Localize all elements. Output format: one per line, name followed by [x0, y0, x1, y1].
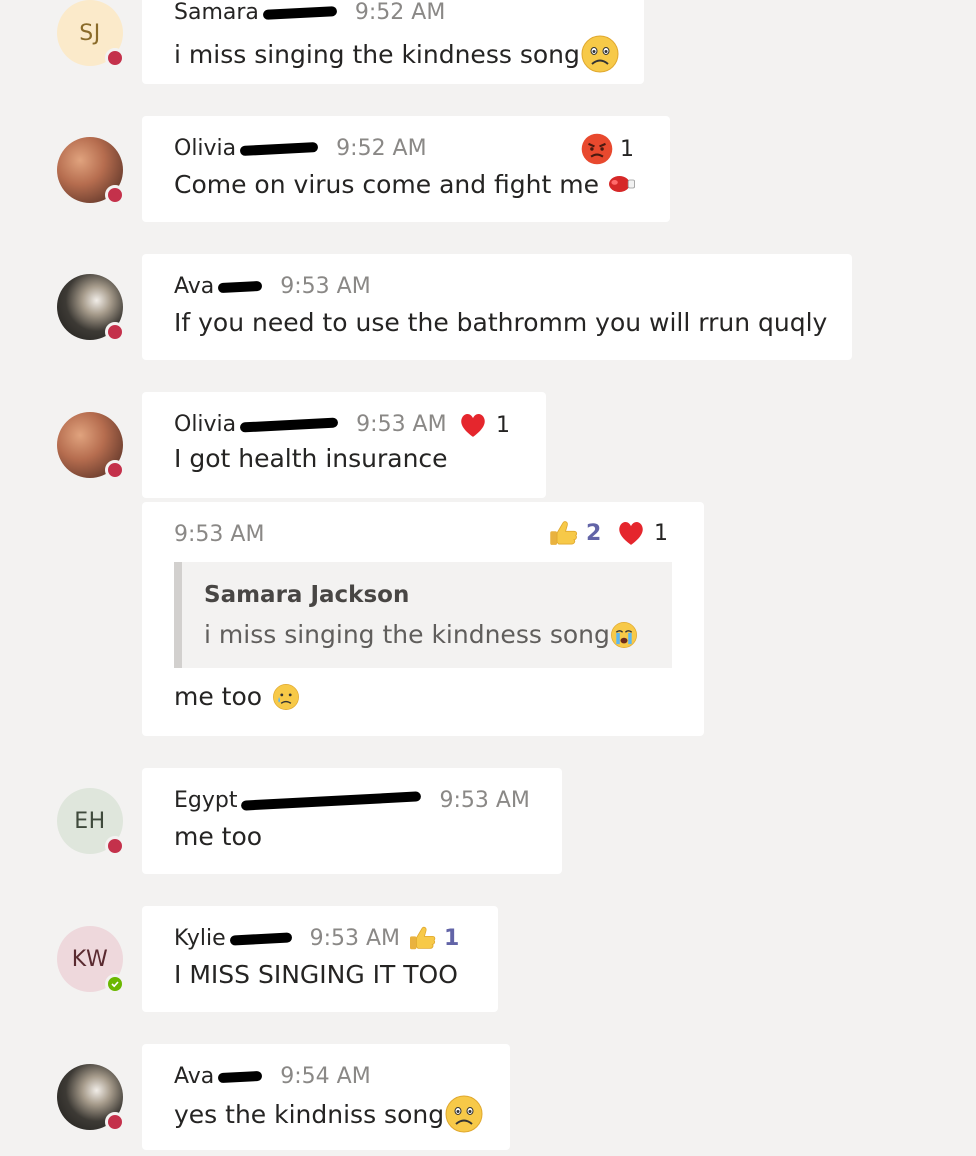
redaction-mark [218, 280, 263, 293]
presence-busy-icon [105, 322, 125, 342]
sender-name[interactable]: Ava [174, 1064, 214, 1089]
message-bubble[interactable]: Samara 9:52 AM i miss singing the kindne… [142, 0, 644, 84]
sender-name[interactable]: Olivia [174, 136, 236, 161]
message-bubble[interactable]: Olivia 9:53 AM 1 I got health insurance [142, 392, 546, 498]
reaction-count: 1 [496, 412, 510, 438]
message-bubble[interactable]: Ava 9:53 AM If you need to use the bathr… [142, 254, 852, 360]
presence-busy-icon [105, 836, 125, 856]
reaction-thumbs-up[interactable]: 1 [406, 922, 459, 954]
sender-name[interactable]: Ava [174, 274, 214, 299]
presence-busy-icon [105, 460, 125, 480]
worried-face-icon [580, 34, 620, 74]
reaction-count: 1 [620, 136, 634, 162]
reaction-thumbs-up[interactable]: 2 [546, 516, 601, 550]
avatar-initials: SJ [79, 20, 101, 46]
redaction-mark [239, 416, 339, 433]
crying-face-icon [610, 621, 638, 649]
timestamp: 9:54 AM [280, 1064, 371, 1089]
timestamp: 9:53 AM [309, 926, 401, 951]
avatar-initials: KW [71, 946, 109, 972]
reaction-angry[interactable]: 1 [580, 132, 634, 166]
sender-name[interactable]: Samara [174, 0, 259, 25]
message-text: If you need to use the bathromm you will… [174, 308, 828, 337]
presence-busy-icon [105, 1112, 125, 1132]
reaction-heart[interactable]: 1 [614, 516, 668, 550]
message-bubble[interactable]: Olivia 9:52 AM 1 Come on virus come and … [142, 116, 670, 222]
quoted-text: i miss singing the kindness song [204, 620, 610, 649]
redaction-mark [239, 141, 319, 156]
presence-busy-icon [105, 48, 125, 68]
reaction-count: 1 [654, 520, 668, 546]
avatar[interactable]: KW [57, 926, 125, 994]
redaction-mark [262, 5, 338, 20]
sender-name[interactable]: Egypt [174, 788, 237, 813]
timestamp: 9:52 AM [336, 136, 427, 161]
avatar[interactable]: EH [57, 788, 125, 856]
avatar[interactable]: SJ [57, 0, 125, 68]
avatar[interactable] [57, 412, 125, 480]
reaction-count: 2 [586, 520, 602, 546]
message-bubble[interactable]: Kylie 9:53 AM 1 I MISS SINGING IT TOO [142, 906, 498, 1012]
timestamp: 9:53 AM [356, 412, 447, 437]
redaction-mark [229, 931, 292, 946]
timestamp: 9:53 AM [174, 522, 265, 547]
message-text: me too [174, 822, 263, 851]
reaction-heart[interactable]: 1 [456, 408, 510, 442]
heart-icon [614, 516, 648, 550]
message-text: I MISS SINGING IT TOO [174, 960, 458, 989]
presence-available-icon [105, 974, 125, 994]
message-bubble[interactable]: Egypt 9:53 AM me too [142, 768, 562, 874]
timestamp: 9:53 AM [439, 788, 530, 813]
message-text: Come on virus come and fight me [174, 169, 599, 199]
boxing-glove-icon [605, 168, 637, 200]
avatar-initials: EH [74, 808, 106, 834]
sender-name[interactable]: Olivia [174, 412, 236, 437]
presence-busy-icon [105, 185, 125, 205]
timestamp: 9:52 AM [354, 0, 446, 25]
avatar[interactable] [57, 274, 125, 342]
thumbs-up-icon [546, 516, 580, 550]
sender-name[interactable]: Kylie [174, 926, 226, 951]
thumbs-up-icon [406, 922, 438, 954]
message-text: i miss singing the kindness song [174, 39, 580, 69]
message-text: yes the kindniss song [174, 1099, 445, 1129]
message-bubble[interactable]: Ava 9:54 AM yes the kindniss song [142, 1044, 510, 1150]
heart-icon [456, 408, 490, 442]
redaction-mark [241, 790, 422, 811]
message-text: me too [174, 682, 263, 711]
crying-tear-face-icon [272, 683, 300, 711]
timestamp: 9:53 AM [280, 274, 371, 299]
message-bubble[interactable]: 9:53 AM 2 1 Samara Jackson i miss singin… [142, 502, 704, 736]
quoted-reply[interactable]: Samara Jackson i miss singing the kindne… [174, 562, 672, 668]
angry-face-icon [580, 132, 614, 166]
message-text: I got health insurance [174, 444, 448, 473]
quoted-sender: Samara Jackson [204, 582, 410, 608]
avatar[interactable] [57, 137, 125, 205]
avatar[interactable] [57, 1064, 125, 1132]
redaction-mark [218, 1070, 263, 1083]
worried-face-icon [444, 1094, 484, 1134]
reaction-count: 1 [444, 925, 460, 951]
